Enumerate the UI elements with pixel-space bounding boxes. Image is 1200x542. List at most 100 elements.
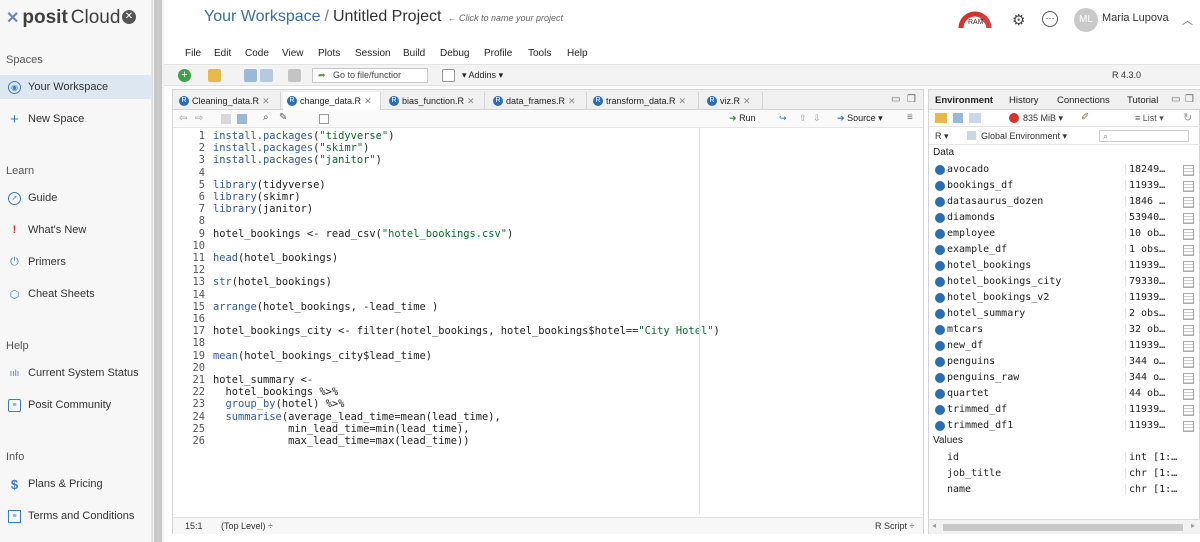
expand-icon[interactable] — [935, 229, 945, 239]
scope-dropdown[interactable]: Global Environment ▾ — [981, 131, 1067, 142]
sidebar-item-whats-new[interactable]: ! What's New — [0, 218, 152, 242]
posit-logo[interactable]: ✕ posit Cloud — [6, 7, 120, 29]
data-row[interactable]: mtcars 32 ob… — [929, 323, 1200, 339]
tab-cleaning-data[interactable]: R Cleaning_data.R ✕ — [175, 92, 281, 110]
collapse-sidebar-icon[interactable]: ✕ — [122, 10, 136, 24]
filetype-selector[interactable]: R Script ÷ — [875, 521, 914, 531]
save-all-icon[interactable] — [260, 69, 273, 82]
new-file-icon[interactable]: + — [178, 69, 191, 82]
more-options-icon[interactable]: ··· — [1042, 11, 1058, 27]
view-table-icon[interactable] — [1183, 325, 1194, 336]
expand-icon[interactable] — [935, 325, 945, 335]
expand-icon[interactable] — [935, 389, 945, 399]
expand-icon[interactable] — [935, 357, 945, 367]
expand-icon[interactable] — [935, 213, 945, 223]
view-table-icon[interactable] — [1183, 245, 1194, 256]
sidebar-item-plans-pricing[interactable]: $ Plans & Pricing — [0, 472, 152, 496]
close-icon[interactable]: ✕ — [262, 96, 270, 107]
import-dataset-icon[interactable] — [969, 113, 981, 123]
load-workspace-icon[interactable] — [935, 113, 947, 123]
data-row[interactable]: employee 10 ob… — [929, 227, 1200, 243]
r-version[interactable]: R 4.3.0 — [1112, 70, 1141, 80]
sidebar-item-community[interactable]: ≡ Posit Community — [0, 393, 152, 417]
scroll-left-icon[interactable]: ◂ — [932, 521, 936, 530]
list-view-selector[interactable]: ≡ List ▾ — [1135, 113, 1164, 124]
expand-icon[interactable] — [935, 197, 945, 207]
menu-tools[interactable]: Tools — [528, 48, 551, 59]
menu-view[interactable]: View — [282, 48, 304, 59]
view-table-icon[interactable] — [1183, 197, 1194, 208]
value-row[interactable]: id int [1:… — [929, 451, 1200, 467]
view-table-icon[interactable] — [1183, 341, 1194, 352]
maximize-pane-icon[interactable]: ❐ — [1185, 94, 1194, 105]
broom-icon[interactable]: ✐ — [1081, 112, 1089, 123]
save-icon[interactable] — [244, 69, 257, 82]
sidebar-item-your-workspace[interactable]: ◉ Your Workspace — [0, 75, 152, 99]
data-row[interactable]: avocado 18249… — [929, 163, 1200, 179]
menu-file[interactable]: File — [185, 48, 201, 59]
menu-edit[interactable]: Edit — [214, 48, 231, 59]
scrollbar-thumb[interactable] — [943, 524, 1183, 531]
scope-selector[interactable]: (Top Level) ÷ — [221, 521, 273, 531]
sidebar-item-system-status[interactable]: ıılı Current System Status — [0, 361, 152, 385]
wand-icon[interactable]: ✎ — [279, 112, 287, 123]
sidebar-item-new-space[interactable]: + New Space — [0, 107, 152, 131]
tab-data-frames[interactable]: Rdata_frames.R ✕ — [489, 92, 587, 110]
close-icon[interactable]: ✕ — [743, 96, 751, 107]
breadcrumb-workspace-link[interactable]: Your Workspace — [204, 8, 321, 25]
tab-connections[interactable]: Connections — [1057, 95, 1110, 106]
save-workspace-icon[interactable] — [953, 113, 963, 123]
expand-icon[interactable] — [935, 309, 945, 319]
view-table-icon[interactable] — [1183, 181, 1194, 192]
data-row[interactable]: hotel_bookings_v2 11939… — [929, 291, 1200, 307]
data-row[interactable]: datasaurus_dozen 1846 … — [929, 195, 1200, 211]
view-table-icon[interactable] — [1183, 373, 1194, 384]
chevron-up-icon[interactable]: ︿ — [1182, 12, 1193, 28]
expand-icon[interactable] — [935, 341, 945, 351]
expand-icon[interactable] — [935, 181, 945, 191]
expand-icon[interactable] — [935, 261, 945, 271]
sidebar-item-primers[interactable]: ⏻ Primers — [0, 250, 152, 274]
print-icon[interactable] — [288, 69, 301, 82]
menu-code[interactable]: Code — [245, 48, 269, 59]
expand-icon[interactable] — [935, 373, 945, 383]
view-table-icon[interactable] — [1183, 357, 1194, 368]
view-table-icon[interactable] — [1183, 277, 1194, 288]
close-icon[interactable]: ✕ — [679, 96, 687, 107]
menu-session[interactable]: Session — [355, 48, 391, 59]
language-selector[interactable]: R ▾ — [935, 131, 949, 142]
view-table-icon[interactable] — [1183, 165, 1194, 176]
data-row[interactable]: hotel_summary 2 obs… — [929, 307, 1200, 323]
sidebar-item-cheat-sheets[interactable]: ⬡ Cheat Sheets — [0, 282, 152, 306]
go-to-file-input[interactable]: ➦ Go to file/functior — [312, 68, 428, 83]
menu-debug[interactable]: Debug — [440, 48, 469, 59]
close-icon[interactable]: ✕ — [364, 96, 372, 107]
data-row[interactable]: quartet 44 ob… — [929, 387, 1200, 403]
data-row[interactable]: penguins 344 o… — [929, 355, 1200, 371]
notebook-icon[interactable] — [319, 114, 329, 124]
grid-layout-icon[interactable] — [442, 69, 455, 82]
data-row[interactable]: diamonds 53940… — [929, 211, 1200, 227]
source-button[interactable]: ➔ Source ▾ — [837, 113, 883, 124]
menu-build[interactable]: Build — [403, 48, 425, 59]
back-arrow-icon[interactable]: ⇦ — [179, 113, 187, 124]
open-file-icon[interactable] — [221, 114, 231, 124]
down-arrow-icon[interactable]: ⇩ — [813, 113, 821, 124]
view-table-icon[interactable] — [1183, 261, 1194, 272]
environment-search-input[interactable]: ⌕ — [1099, 130, 1189, 142]
code-editor[interactable]: 1 install.packages("tidyverse") 2 install.p… — [173, 128, 719, 516]
outline-icon[interactable]: ≡ — [907, 112, 913, 123]
data-row[interactable]: trimmed_df 11939… — [929, 403, 1200, 419]
data-row[interactable]: hotel_bookings_city 79330… — [929, 275, 1200, 291]
view-table-icon[interactable] — [1183, 309, 1194, 320]
view-table-icon[interactable] — [1183, 421, 1194, 432]
expand-icon[interactable] — [935, 165, 945, 175]
menu-help[interactable]: Help — [567, 48, 588, 59]
view-table-icon[interactable] — [1183, 213, 1194, 224]
view-table-icon[interactable] — [1183, 229, 1194, 240]
tab-environment[interactable]: Environment — [935, 95, 993, 106]
user-name[interactable]: Maria Lupova — [1102, 12, 1169, 24]
refresh-icon[interactable]: ↻ — [1183, 111, 1192, 124]
expand-icon[interactable] — [935, 293, 945, 303]
data-row[interactable]: trimmed_df1 11939… — [929, 419, 1200, 435]
